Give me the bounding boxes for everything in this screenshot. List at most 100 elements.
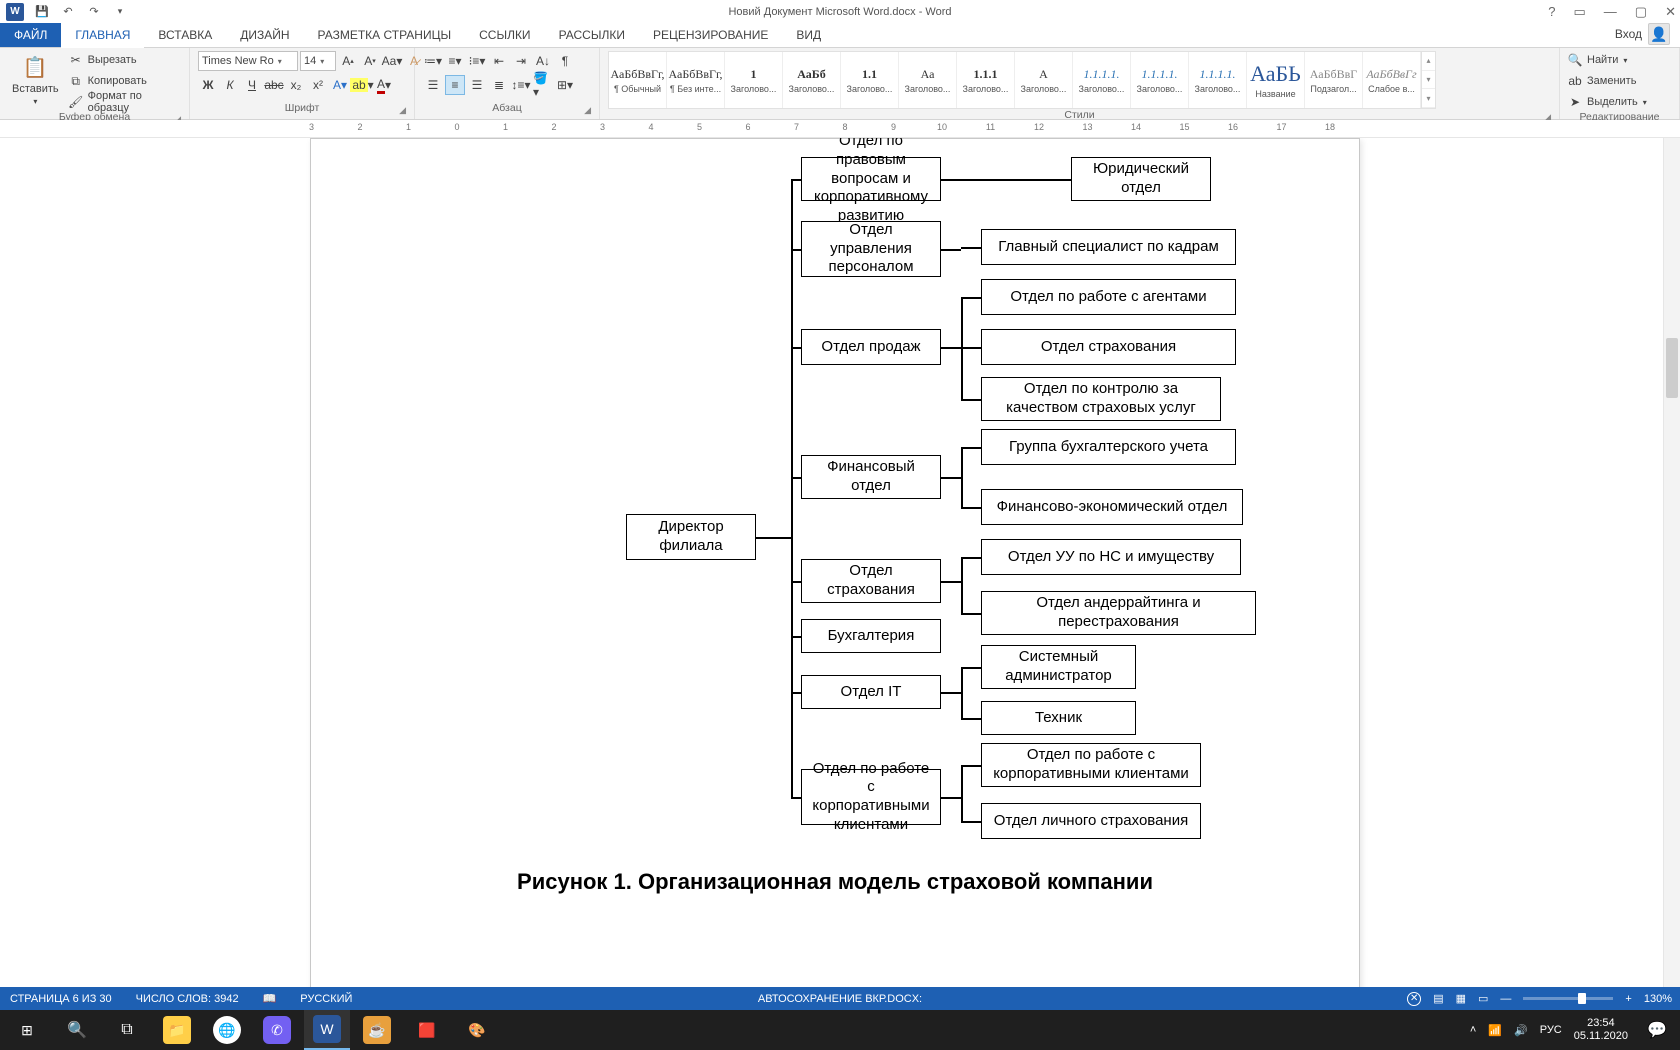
style-item[interactable]: АаЗаголово... [899,52,957,108]
tab-file[interactable]: ФАЙЛ [0,23,61,47]
zoom-level[interactable]: 130% [1644,993,1672,1005]
action-center-icon[interactable]: 💬 [1640,1010,1674,1050]
chrome-icon[interactable]: 🌐 [204,1010,250,1050]
paste-button[interactable]: 📋 Вставить ▾ [8,51,63,108]
help-icon[interactable]: ? [1548,4,1555,19]
redo-icon[interactable]: ↷ [86,4,102,20]
style-item[interactable]: АаБбВвГг,¶ Без инте... [667,52,725,108]
style-item[interactable]: АаБбВвГПодзагол... [1305,52,1363,108]
paint-icon[interactable]: 🎨 [454,1010,500,1050]
taskbar-search-icon[interactable]: 🔍 [54,1010,100,1050]
align-left-button[interactable]: ☰ [423,75,443,95]
numbering-button[interactable]: ≡▾ [445,51,465,71]
tab-design[interactable]: ДИЗАЙН [226,23,303,47]
view-web-icon[interactable]: ▭ [1478,992,1488,1005]
word-taskbar-icon[interactable]: W [304,1010,350,1050]
highlight-button[interactable]: ab▾ [352,75,372,95]
bold-button[interactable]: Ж [198,75,218,95]
tab-mailings[interactable]: РАССЫЛКИ [545,23,639,47]
tab-insert[interactable]: ВСТАВКА [144,23,226,47]
select-button[interactable]: ➤Выделить▾ [1568,93,1647,111]
style-scroll-1[interactable]: ▾ [1422,71,1435,90]
subscript-button[interactable]: x₂ [286,75,306,95]
status-words[interactable]: ЧИСЛО СЛОВ: 3942 [136,993,239,1005]
app-icon-2[interactable]: 🟥 [404,1010,450,1050]
tab-home[interactable]: ГЛАВНАЯ [61,23,144,47]
copy-button[interactable]: ⧉Копировать [69,72,181,90]
bullets-button[interactable]: ≔▾ [423,51,443,71]
status-page[interactable]: СТРАНИЦА 6 ИЗ 30 [10,993,112,1005]
line-spacing-button[interactable]: ↕≡▾ [511,75,531,95]
align-center-button[interactable]: ≡ [445,75,465,95]
horizontal-ruler[interactable]: 3210123456789101112131415161718 [0,120,1680,138]
tray-clock[interactable]: 23:54 05.11.2020 [1574,1017,1628,1042]
sort-button[interactable]: A↓ [533,51,553,71]
align-right-button[interactable]: ☰ [467,75,487,95]
file-explorer-icon[interactable]: 📁 [154,1010,200,1050]
replace-button[interactable]: abЗаменить [1568,72,1647,90]
paragraph-dialog-launcher[interactable]: ◢ [584,105,591,116]
zoom-in-button[interactable]: + [1625,993,1631,1005]
format-painter-button[interactable]: 🖌Формат по образцу [69,93,181,111]
style-item[interactable]: 1.1.1.1.Заголово... [1131,52,1189,108]
underline-button[interactable]: Ч [242,75,262,95]
signin-link[interactable]: Вход [1615,27,1642,41]
font-color-button[interactable]: A▾ [374,75,394,95]
style-item[interactable]: 1.1.1Заголово... [957,52,1015,108]
wifi-icon[interactable]: 📶 [1488,1024,1502,1037]
qat-customize-icon[interactable]: ▾ [112,4,128,20]
status-proofing-icon[interactable]: 📖 [263,992,277,1005]
style-item[interactable]: АЗаголово... [1015,52,1073,108]
tab-view[interactable]: ВИД [782,23,835,47]
vertical-scrollbar[interactable] [1663,138,1680,1010]
find-button[interactable]: 🔍Найти▾ [1568,51,1647,69]
style-item[interactable]: 1.1Заголово... [841,52,899,108]
justify-button[interactable]: ≣ [489,75,509,95]
tray-language[interactable]: РУС [1540,1024,1562,1036]
ribbon-display-icon[interactable]: ▭ [1574,4,1586,20]
font-name-select[interactable]: Times New Ro▾ [198,51,298,71]
style-scroll-0[interactable]: ▴ [1422,52,1435,71]
shrink-font-button[interactable]: A▾ [360,51,380,71]
user-avatar-icon[interactable]: 👤 [1648,23,1670,45]
zoom-slider[interactable] [1523,997,1613,1000]
font-size-select[interactable]: 14▾ [300,51,336,71]
style-item[interactable]: 1.1.1.1.Заголово... [1073,52,1131,108]
tab-review[interactable]: РЕЦЕНЗИРОВАНИЕ [639,23,782,47]
save-icon[interactable]: 💾 [34,4,50,20]
borders-button[interactable]: ⊞▾ [555,75,575,95]
task-view-icon[interactable]: ⧉ [104,1010,150,1050]
superscript-button[interactable]: x² [308,75,328,95]
maximize-icon[interactable]: ▢ [1635,4,1647,20]
style-item[interactable]: АаБЬНазвание [1247,52,1305,108]
style-item[interactable]: АаБбЗаголово... [783,52,841,108]
cut-button[interactable]: ✂Вырезать [69,51,181,69]
change-case-button[interactable]: Aa▾ [382,51,402,71]
close-icon[interactable]: ✕ [1665,4,1676,20]
strikethrough-button[interactable]: abc [264,75,284,95]
view-print-icon[interactable]: ▦ [1456,992,1466,1005]
multilevel-button[interactable]: ⁝≡▾ [467,51,487,71]
status-close-autosave-icon[interactable]: ✕ [1407,992,1421,1006]
status-language[interactable]: РУССКИЙ [300,993,352,1005]
undo-icon[interactable]: ↶ [60,4,76,20]
show-marks-button[interactable]: ¶ [555,51,575,71]
view-read-icon[interactable]: ▤ [1433,992,1443,1005]
style-item[interactable]: АаБбВвГгСлабое в... [1363,52,1421,108]
tray-chevron-icon[interactable]: ˄ [1470,1024,1476,1036]
decrease-indent-button[interactable]: ⇤ [489,51,509,71]
style-item[interactable]: 1Заголово... [725,52,783,108]
shading-button[interactable]: 🪣▾ [533,75,553,95]
tab-references[interactable]: ССЫЛКИ [465,23,544,47]
scrollbar-thumb[interactable] [1666,338,1678,398]
style-item[interactable]: 1.1.1.1.Заголово... [1189,52,1247,108]
style-item[interactable]: АаБбВвГг,¶ Обычный [609,52,667,108]
start-button[interactable]: ⊞ [4,1010,50,1050]
app-icon-1[interactable]: ☕ [354,1010,400,1050]
minimize-icon[interactable]: — [1604,4,1617,19]
grow-font-button[interactable]: A▴ [338,51,358,71]
viber-icon[interactable]: ✆ [254,1010,300,1050]
style-scroll-2[interactable]: ▾ [1422,89,1435,108]
page-content[interactable]: Директор филиалаОтдел по правовым вопрос… [311,139,1359,1010]
increase-indent-button[interactable]: ⇥ [511,51,531,71]
